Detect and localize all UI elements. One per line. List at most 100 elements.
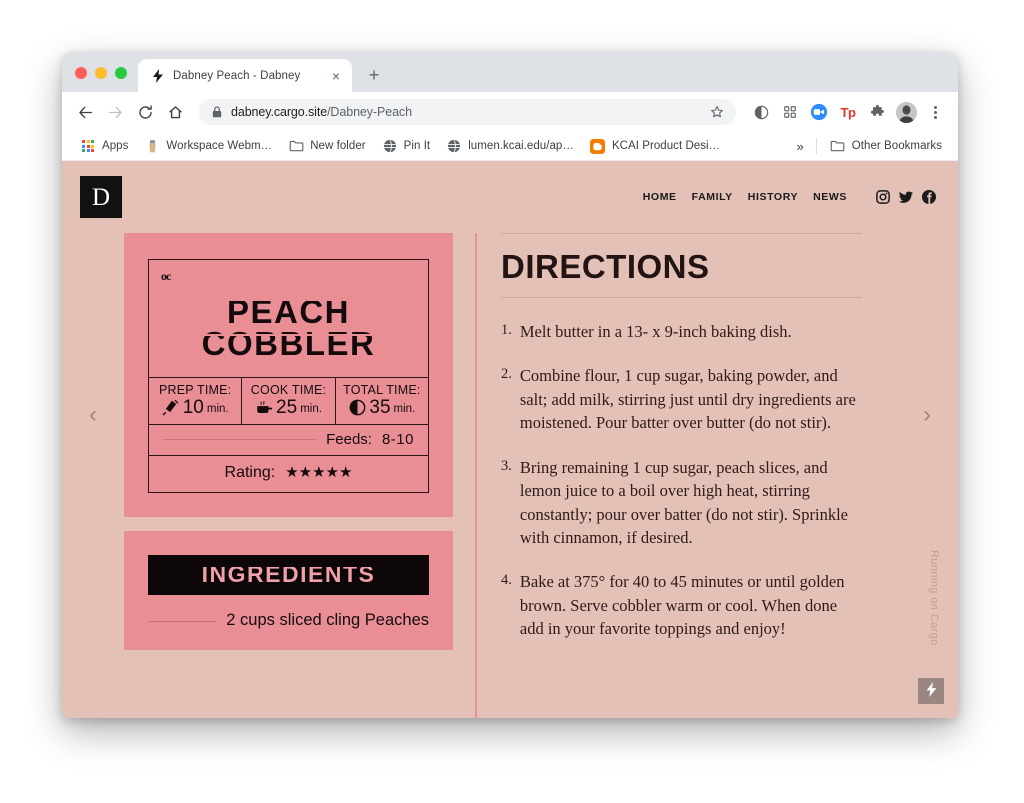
forward-button[interactable] bbox=[101, 98, 129, 126]
total-time-unit: min. bbox=[393, 403, 416, 416]
avatar bbox=[895, 101, 917, 123]
prep-time-value: 10 min. bbox=[153, 398, 237, 417]
bookmark-label: lumen.kcai.edu/ap… bbox=[468, 140, 574, 152]
maximize-window-button[interactable] bbox=[115, 67, 127, 79]
bookmark-new-folder[interactable]: New folder bbox=[280, 135, 373, 157]
circle-icon[interactable] bbox=[748, 99, 774, 125]
half-clock-icon bbox=[348, 398, 366, 416]
recipe-times-row: PREP TIME: 10 min. COOK TIME: 25 min. TO… bbox=[149, 377, 428, 425]
ingredients-banner: INGREDIENTS bbox=[148, 554, 429, 595]
url-text: dabney.cargo.site/Dabney-Peach bbox=[231, 105, 698, 119]
prep-time-label: PREP TIME: bbox=[158, 382, 232, 397]
bookmark-lumen-kcai[interactable]: lumen.kcai.edu/ap… bbox=[438, 135, 582, 157]
recipe-title: PEACH COBBLER bbox=[161, 295, 416, 361]
bookmark-star-icon[interactable] bbox=[706, 101, 728, 123]
ingredient-rule bbox=[148, 620, 217, 622]
workspace-icon bbox=[144, 138, 160, 154]
globe-icon bbox=[382, 138, 398, 154]
total-time-number: 35 bbox=[369, 396, 391, 418]
back-button[interactable] bbox=[71, 98, 99, 126]
url-path: /Dabney-Peach bbox=[327, 105, 412, 119]
cook-time-unit: min. bbox=[300, 403, 322, 416]
home-button[interactable] bbox=[161, 98, 189, 126]
kebab-menu-icon[interactable] bbox=[922, 99, 948, 125]
recipe-title-zone: oc PEACH COBBLER bbox=[149, 260, 428, 378]
step-number: 3. bbox=[501, 457, 512, 474]
nav-link-family[interactable]: FAMILY bbox=[692, 191, 733, 203]
nav-link-news[interactable]: NEWS bbox=[813, 191, 847, 203]
bookmarks-bar: Apps Workspace Webm… New folder Pin It l bbox=[62, 132, 958, 161]
total-time-cell: TOTAL TIME: 35 min. bbox=[336, 378, 428, 424]
apps-grid-icon bbox=[80, 138, 96, 154]
grid-apps-icon[interactable] bbox=[777, 99, 803, 125]
extension-icons: Tp bbox=[744, 99, 948, 125]
step-number: 2. bbox=[501, 366, 512, 383]
step-text: Bake at 375° for 40 to 45 minutes or unt… bbox=[519, 572, 845, 639]
folder-icon bbox=[830, 138, 846, 154]
other-bookmarks-button[interactable]: Other Bookmarks bbox=[822, 135, 950, 157]
next-recipe-chevron-icon[interactable]: › bbox=[923, 403, 931, 427]
next-arrow-column: › bbox=[896, 233, 958, 718]
bookmarks-overflow-button[interactable]: » bbox=[790, 137, 811, 156]
cook-time-cell: COOK TIME: 25 min. bbox=[242, 377, 336, 424]
new-tab-button[interactable]: + bbox=[360, 61, 388, 89]
ingredient-text: 2 cups sliced cling Peaches bbox=[226, 610, 429, 629]
other-bookmarks-label: Other Bookmarks bbox=[851, 140, 942, 152]
total-time-value: 35 min. bbox=[340, 398, 424, 417]
rating-row: Rating: ★★★★★ bbox=[149, 456, 428, 492]
reload-button[interactable] bbox=[131, 98, 159, 126]
tp-extension-icon[interactable]: Tp bbox=[835, 99, 861, 125]
window-traffic-lights bbox=[75, 67, 127, 79]
close-window-button[interactable] bbox=[75, 67, 87, 79]
close-tab-icon[interactable]: × bbox=[328, 68, 344, 84]
cook-time-label: COOK TIME: bbox=[250, 382, 327, 397]
direction-step: 1. Melt butter in a 13- x 9-inch baking … bbox=[501, 320, 862, 343]
recipe-card-frame: oc PEACH COBBLER PREP TIME: 10 min. COOK… bbox=[148, 259, 429, 493]
bookmark-workspace-webmail[interactable]: Workspace Webm… bbox=[136, 135, 280, 157]
browser-window: Dabney Peach - Dabney × + dabney.cargo.s… bbox=[62, 52, 958, 718]
globe-icon bbox=[446, 138, 462, 154]
directions-title: DIRECTIONS bbox=[501, 248, 710, 285]
prep-time-number: 10 bbox=[182, 396, 204, 418]
puzzle-extension-icon[interactable] bbox=[864, 99, 890, 125]
running-on-cargo-label: Running on Cargo bbox=[928, 550, 940, 646]
feeds-value: 8-10 bbox=[381, 430, 414, 448]
minimize-window-button[interactable] bbox=[95, 67, 107, 79]
bolt-icon bbox=[150, 68, 165, 83]
whisk-icon bbox=[162, 398, 180, 416]
decorative-mark-icon: oc bbox=[161, 269, 171, 283]
zoom-camera-icon[interactable] bbox=[806, 99, 832, 125]
tab-strip: Dabney Peach - Dabney × + bbox=[62, 52, 958, 92]
site-header: D HOME FAMILY HISTORY NEWS bbox=[62, 161, 958, 233]
feeds-rule bbox=[163, 438, 317, 440]
page-content: D HOME FAMILY HISTORY NEWS ‹ oc PEACH CO… bbox=[62, 161, 958, 718]
cargo-badge[interactable] bbox=[918, 678, 944, 704]
blogger-icon bbox=[590, 138, 606, 154]
bookmark-pin-it[interactable]: Pin It bbox=[374, 135, 439, 157]
instagram-icon[interactable] bbox=[876, 190, 890, 204]
cook-time-value: 25 min. bbox=[246, 398, 330, 417]
direction-step: 3. Bring remaining 1 cup sugar, peach sl… bbox=[501, 456, 862, 550]
ingredients-card: INGREDIENTS 2 cups sliced cling Peaches bbox=[124, 530, 453, 650]
twitter-icon[interactable] bbox=[899, 190, 913, 204]
step-text: Melt butter in a 13- x 9-inch baking dis… bbox=[519, 322, 792, 341]
facebook-icon[interactable] bbox=[922, 190, 936, 204]
site-navigation: HOME FAMILY HISTORY NEWS bbox=[643, 190, 936, 204]
rating-stars: ★★★★★ bbox=[285, 464, 353, 482]
site-logo[interactable]: D bbox=[80, 176, 122, 218]
nav-link-home[interactable]: HOME bbox=[643, 191, 677, 203]
prev-recipe-chevron-icon[interactable]: ‹ bbox=[89, 403, 97, 427]
lightning-bolt-icon bbox=[926, 682, 937, 700]
nav-link-history[interactable]: HISTORY bbox=[748, 191, 798, 203]
lock-icon bbox=[211, 106, 223, 118]
browser-tab[interactable]: Dabney Peach - Dabney × bbox=[138, 59, 352, 92]
address-bar[interactable]: dabney.cargo.site/Dabney-Peach bbox=[199, 99, 736, 125]
direction-step: 4. Bake at 375° for 40 to 45 minutes or … bbox=[501, 570, 862, 640]
bookmark-apps[interactable]: Apps bbox=[72, 135, 136, 157]
social-links bbox=[876, 190, 936, 204]
bookmark-kcai-product-design[interactable]: KCAI Product Desi… bbox=[582, 135, 728, 157]
prep-time-cell: PREP TIME: 10 min. bbox=[149, 377, 243, 424]
profile-avatar[interactable] bbox=[893, 99, 919, 125]
step-number: 1. bbox=[501, 322, 512, 338]
ingredient-item: 2 cups sliced cling Peaches bbox=[148, 595, 429, 630]
